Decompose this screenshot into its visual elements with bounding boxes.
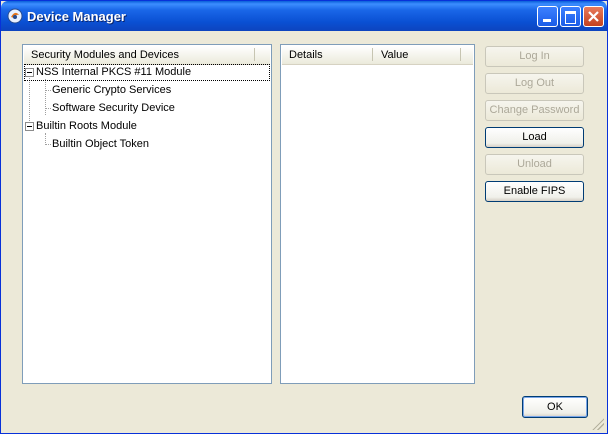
value-column-header[interactable]: Value (381, 49, 408, 61)
collapse-icon[interactable] (25, 122, 34, 131)
tree-item-label: Software Security Device (52, 102, 175, 114)
column-separator (372, 48, 373, 61)
log-in-button[interactable]: Log In (485, 46, 584, 67)
tree-item-builtin-object-token[interactable]: Builtin Object Token (52, 136, 149, 153)
maximize-button[interactable] (560, 6, 581, 27)
tree-connector (45, 144, 51, 146)
device-manager-window: Device Manager Security Modules and Devi… (0, 0, 608, 434)
minimize-button[interactable] (537, 6, 558, 27)
change-password-button[interactable]: Change Password (485, 100, 584, 121)
load-button[interactable]: Load (485, 127, 584, 148)
maximize-icon (565, 11, 576, 24)
ok-button[interactable]: OK (522, 396, 588, 418)
tree-item-label: Builtin Roots Module (36, 120, 137, 132)
enable-fips-button[interactable]: Enable FIPS (485, 181, 584, 202)
log-out-button[interactable]: Log Out (485, 73, 584, 94)
unload-button[interactable]: Unload (485, 154, 584, 175)
tree-item-generic-crypto-services[interactable]: Generic Crypto Services (52, 82, 171, 99)
minimize-icon (543, 19, 551, 22)
tree-item-software-security-device[interactable]: Software Security Device (52, 100, 175, 117)
close-button[interactable] (583, 6, 604, 27)
column-separator (460, 48, 461, 61)
title-bar[interactable]: Device Manager (1, 1, 607, 31)
tree-item-label: Generic Crypto Services (52, 84, 172, 96)
tree-connector (45, 108, 51, 110)
details-table[interactable]: Details Value (280, 44, 475, 384)
tree-connector (45, 90, 51, 92)
collapse-icon[interactable] (25, 68, 34, 77)
column-separator (254, 48, 255, 61)
tree-item-nss-internal-module[interactable]: NSS Internal PKCS #11 Module (24, 64, 270, 81)
close-icon (588, 11, 599, 22)
tree-column-header[interactable]: Security Modules and Devices (31, 49, 179, 61)
details-header[interactable]: Details Value (282, 46, 473, 65)
app-icon (7, 8, 23, 24)
resize-grip[interactable] (592, 418, 604, 430)
tree-header[interactable]: Security Modules and Devices (24, 46, 270, 65)
details-column-header[interactable]: Details (289, 49, 323, 61)
tree-item-label: NSS Internal PKCS #11 Module (36, 66, 192, 78)
tree-item-label: Builtin Object Token (52, 138, 150, 150)
security-modules-tree[interactable]: Security Modules and Devices NSS Interna… (22, 44, 272, 384)
window-title: Device Manager (27, 9, 126, 24)
